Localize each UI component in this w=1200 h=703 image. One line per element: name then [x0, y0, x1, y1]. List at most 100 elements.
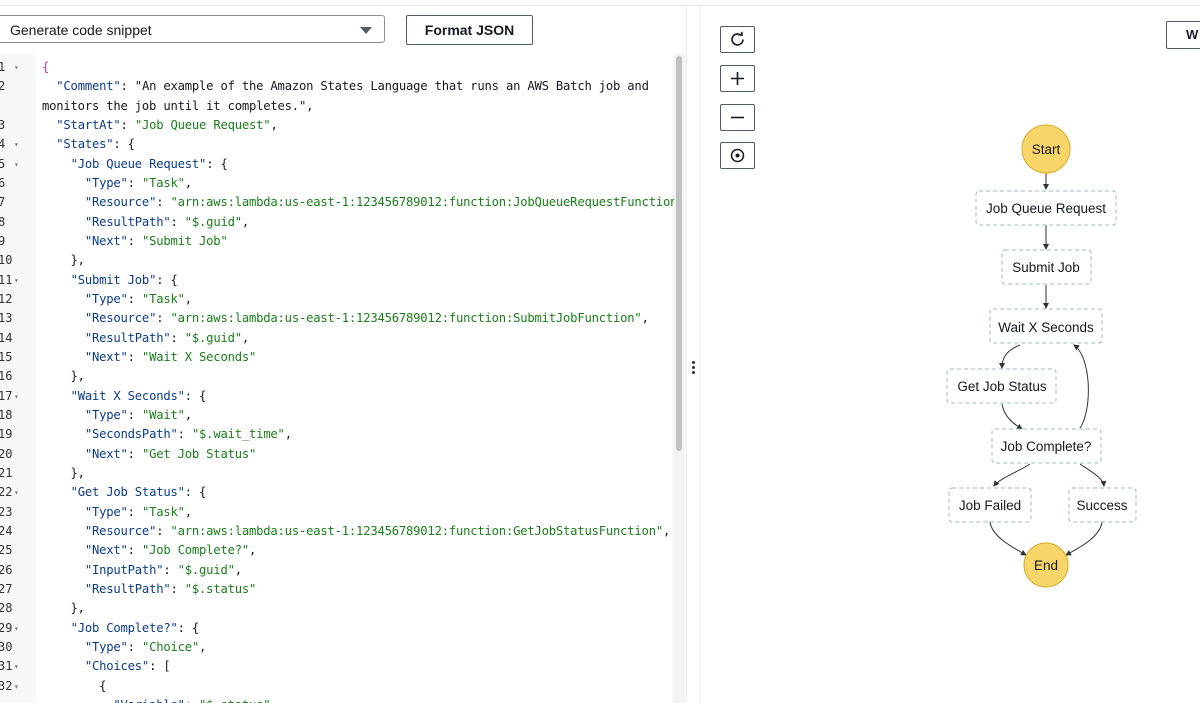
code-snippet-select-label: Generate code snippet: [10, 22, 152, 38]
code-line: {: [42, 60, 50, 74]
drag-handle-icon: [692, 361, 695, 376]
code-line: "Type": "Wait",: [84, 407, 192, 422]
line-number: 32 ▾: [0, 677, 36, 696]
state-job-failed[interactable]: Job Failed: [948, 487, 1032, 523]
code-line: "Get Job Status": {: [70, 485, 207, 500]
line-number: 6: [0, 175, 6, 190]
line-number: 5 ▾: [0, 155, 36, 174]
code-line: "Type": "Task",: [84, 175, 192, 190]
state-submit-job[interactable]: Submit Job: [1001, 249, 1092, 285]
line-number: 8: [0, 214, 6, 229]
line-number: 20: [0, 446, 13, 461]
code-line: "Comment": "An example of the Amazon Sta…: [56, 79, 649, 94]
line-number: 18: [0, 407, 13, 422]
code-line: "Type": "Task",: [84, 291, 192, 306]
editor-toolbar: Generate code snippet Format JSON: [0, 6, 686, 54]
fold-toggle-icon[interactable]: ▾: [14, 483, 19, 502]
graph-panel: W Start Job Queue Request Submit Job Wai…: [700, 6, 1200, 703]
line-number: 21: [0, 465, 13, 480]
panel-resize-handle[interactable]: [686, 6, 700, 703]
code-text-area[interactable]: { "Comment": "An example of the Amazon S…: [36, 54, 686, 703]
line-number: 4 ▾: [0, 135, 36, 154]
line-number: 17 ▾: [0, 387, 36, 406]
line-number: 29 ▾: [0, 619, 36, 638]
line-number: 24: [0, 523, 13, 538]
line-number: 11 ▾: [0, 271, 36, 290]
fold-toggle-icon[interactable]: ▾: [14, 619, 19, 638]
code-snippet-select[interactable]: Generate code snippet: [0, 15, 385, 43]
code-line: "ResultPath": "$.status": [84, 581, 257, 596]
code-line: "Choices": [: [84, 659, 171, 674]
code-line: {: [42, 678, 107, 693]
fold-toggle-icon[interactable]: ▾: [14, 657, 19, 676]
line-number: 27: [0, 581, 13, 596]
state-get-job-status[interactable]: Get Job Status: [946, 368, 1057, 404]
editor-scrollbar[interactable]: [674, 54, 684, 703]
state-job-queue-request-label: Job Queue Request: [986, 201, 1106, 216]
state-job-complete[interactable]: Job Complete?: [991, 428, 1102, 464]
line-number: 7: [0, 195, 6, 210]
code-line: "SecondsPath": "$.wait_time",: [84, 427, 292, 442]
state-machine-graph: Start Job Queue Request Submit Job Wait …: [946, 124, 1137, 588]
code-line: "Next": "Job Complete?",: [84, 543, 257, 558]
fold-toggle-icon[interactable]: ▾: [14, 271, 19, 290]
line-number: 12: [0, 291, 13, 306]
fold-toggle-icon[interactable]: ▾: [14, 155, 19, 174]
line-number: 28: [0, 601, 13, 616]
caret-down-icon: [360, 27, 372, 34]
code-line: "Resource": "arn:aws:lambda:us-east-1:12…: [84, 523, 671, 538]
state-success[interactable]: Success: [1068, 487, 1137, 523]
code-line: "ResultPath": "$.guid",: [84, 214, 250, 229]
line-number: 10: [0, 253, 13, 268]
line-number: 19: [0, 427, 13, 442]
code-line: "Next": "Wait X Seconds": [84, 349, 257, 364]
fold-toggle-icon[interactable]: ▾: [14, 58, 19, 77]
line-number-gutter: 1 ▾ 2 3 4 ▾ 5 ▾ 6 7 8 9 10 11 ▾ 12 13 14 15 16 17 ▾ 18 19 20 21 22…: [0, 54, 36, 703]
code-line: "Submit Job": {: [70, 272, 178, 287]
line-number: 1 ▾: [0, 58, 36, 77]
state-get-job-status-label: Get Job Status: [957, 379, 1047, 394]
line-number: 22 ▾: [0, 483, 36, 502]
code-line: "Next": "Get Job Status": [84, 446, 257, 461]
state-submit-job-label: Submit Job: [1012, 260, 1080, 275]
line-number: 14: [0, 330, 13, 345]
code-line: "InputPath": "$.guid",: [84, 562, 242, 577]
line-number: 30: [0, 639, 13, 654]
code-line: "ResultPath": "$.guid",: [84, 330, 250, 345]
fold-toggle-icon[interactable]: ▾: [14, 135, 19, 154]
state-start[interactable]: Start: [1021, 124, 1071, 174]
code-line: "Wait X Seconds": {: [70, 388, 207, 403]
state-wait-x-seconds[interactable]: Wait X Seconds: [989, 308, 1103, 344]
scrollbar-thumb[interactable]: [676, 56, 682, 451]
state-job-failed-label: Job Failed: [959, 498, 1021, 513]
line-number: 31 ▾: [0, 657, 36, 676]
state-start-label: Start: [1032, 142, 1061, 157]
line-number: 25: [0, 543, 13, 558]
code-line: "Type": "Task",: [84, 504, 192, 519]
fold-toggle-icon[interactable]: ▾: [14, 677, 19, 696]
code-line: monitors the job until it completes.",: [42, 98, 314, 113]
line-number: 15: [0, 349, 13, 364]
fold-toggle-icon[interactable]: ▾: [14, 387, 19, 406]
code-line: "StartAt": "Job Queue Request",: [56, 117, 278, 132]
code-line: "Resource": "arn:aws:lambda:us-east-1:12…: [84, 195, 686, 210]
state-success-label: Success: [1076, 498, 1127, 513]
code-line: "Job Queue Request": {: [70, 156, 228, 171]
code-line: "Resource": "arn:aws:lambda:us-east-1:12…: [84, 311, 649, 326]
definition-panel: Generate code snippet Format JSON 1 ▾ 2 3 4 ▾…: [0, 6, 686, 703]
code-line: "Type": "Choice",: [84, 639, 207, 654]
code-editor[interactable]: 1 ▾ 2 3 4 ▾ 5 ▾ 6 7 8 9 10 11 ▾ 12 13 14 15 16 17 ▾ 18 19 20 21 22…: [0, 54, 686, 703]
state-job-queue-request[interactable]: Job Queue Request: [975, 190, 1117, 226]
line-number: 9: [0, 233, 6, 248]
line-number: 13: [0, 311, 13, 326]
code-line: "States": {: [56, 137, 135, 152]
line-number: 2: [0, 79, 6, 94]
state-job-complete-label: Job Complete?: [1001, 439, 1092, 454]
state-wait-x-seconds-label: Wait X Seconds: [998, 320, 1094, 335]
state-end-label: End: [1034, 558, 1058, 573]
format-json-button[interactable]: Format JSON: [406, 15, 533, 45]
line-number: 16: [0, 369, 13, 384]
line-number: 3: [0, 117, 6, 132]
state-end[interactable]: End: [1023, 542, 1069, 588]
code-line: "Variable": "$.status",: [42, 696, 277, 703]
